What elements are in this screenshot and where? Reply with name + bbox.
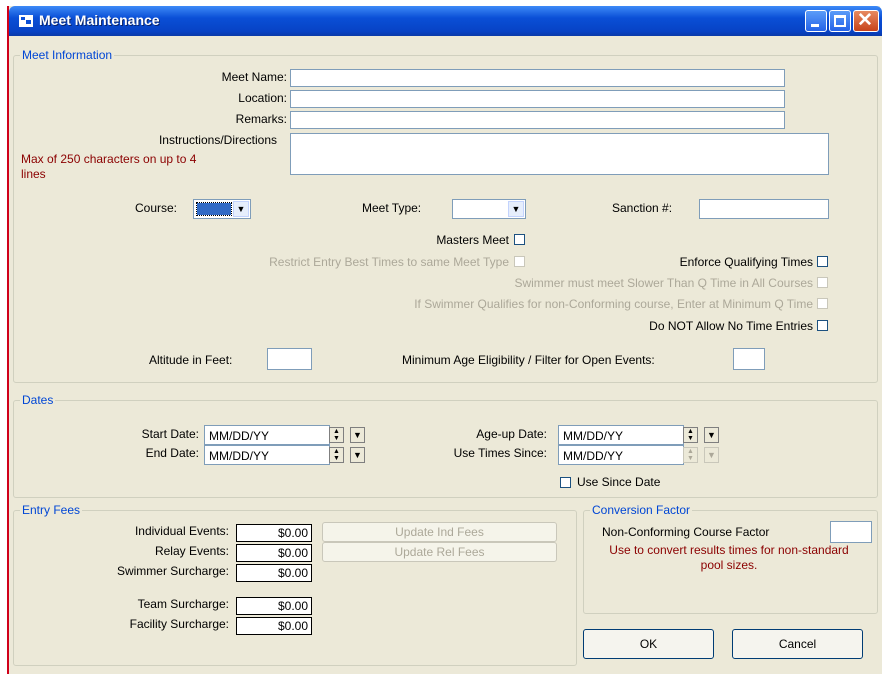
minimize-icon: [811, 24, 819, 27]
update-ind-fees-button[interactable]: Update Ind Fees: [322, 522, 557, 542]
location-label: Location:: [238, 91, 287, 105]
meet-name-label: Meet Name:: [221, 70, 287, 84]
sanction-input[interactable]: [699, 199, 829, 219]
use-times-since-dropdown[interactable]: ▼: [704, 447, 719, 463]
location-input[interactable]: [290, 90, 785, 108]
min-age-label: Minimum Age Eligibility / Filter for Ope…: [402, 353, 655, 367]
app-icon: [19, 15, 33, 27]
use-since-date-label: Use Since Date: [577, 475, 661, 489]
age-up-date-dropdown[interactable]: ▼: [704, 427, 719, 443]
remarks-input[interactable]: [290, 111, 785, 129]
end-date-label: End Date:: [145, 446, 199, 460]
age-up-date-label: Age-up Date:: [476, 427, 547, 441]
restrict-entry-checkbox[interactable]: [514, 256, 525, 267]
individual-events-label: Individual Events:: [134, 524, 229, 538]
chevron-down-icon: ▼: [511, 204, 521, 214]
use-times-since-label: Use Times Since:: [453, 446, 547, 460]
window-title: Meet Maintenance: [39, 12, 160, 28]
slower-than-checkbox[interactable]: [817, 277, 828, 288]
enforce-q-times-checkbox[interactable]: [817, 256, 828, 267]
end-date-dropdown[interactable]: ▼: [350, 447, 365, 463]
team-surcharge-label: Team Surcharge:: [137, 597, 229, 611]
end-date-spinner[interactable]: ▲ ▼: [329, 447, 344, 463]
instructions-label: Instructions/Directions: [158, 133, 277, 147]
no-time-checkbox[interactable]: [817, 320, 828, 331]
ok-button[interactable]: OK: [583, 629, 714, 659]
start-date-spinner[interactable]: ▲ ▼: [329, 427, 344, 443]
maximize-button[interactable]: [829, 10, 851, 32]
dates-legend: Dates: [20, 393, 56, 407]
title-bar[interactable]: Meet Maintenance ✕: [9, 6, 882, 36]
use-times-since-value: MM/DD/YY: [563, 449, 623, 463]
meet-type-select[interactable]: ▼: [452, 199, 526, 219]
altitude-label: Altitude in Feet:: [149, 353, 233, 367]
relay-events-label: Relay Events:: [154, 544, 229, 558]
age-up-date-spinner[interactable]: ▲ ▼: [683, 427, 698, 443]
minimize-button[interactable]: [805, 10, 827, 32]
conversion-note: Use to convert results times for non-sta…: [609, 543, 849, 572]
swimmer-surcharge-fee[interactable]: $0.00: [236, 564, 312, 582]
sanction-label: Sanction #:: [612, 201, 673, 215]
facility-surcharge-fee[interactable]: $0.00: [236, 617, 312, 635]
relay-events-fee[interactable]: $0.00: [236, 544, 312, 562]
enforce-q-times-label: Enforce Qualifying Times: [679, 255, 813, 269]
slower-than-label: Swimmer must meet Slower Than Q Time in …: [514, 276, 813, 290]
individual-events-fee[interactable]: $0.00: [236, 524, 312, 542]
altitude-input[interactable]: [267, 348, 312, 370]
course-dropdown-button[interactable]: ▼: [233, 201, 249, 217]
end-date-value: MM/DD/YY: [209, 449, 269, 463]
meet-maintenance-window: Meet Maintenance ✕ Meet Information Meet…: [7, 6, 882, 674]
course-select[interactable]: ▼: [193, 199, 251, 219]
non-conforming-factor-input[interactable]: [830, 521, 872, 543]
restrict-entry-label: Restrict Entry Best Times to same Meet T…: [269, 255, 509, 269]
chevron-down-icon: ▼: [353, 450, 362, 460]
age-up-date-value: MM/DD/YY: [563, 429, 623, 443]
non-conforming-checkbox[interactable]: [817, 298, 828, 309]
age-up-date-picker[interactable]: MM/DD/YY ▲ ▼ ▼: [558, 425, 719, 445]
start-date-dropdown[interactable]: ▼: [350, 427, 365, 443]
team-surcharge-fee[interactable]: $0.00: [236, 597, 312, 615]
use-since-date-checkbox[interactable]: [560, 477, 571, 488]
course-label: Course:: [135, 201, 178, 215]
meet-type-label: Meet Type:: [362, 201, 422, 215]
meet-name-input[interactable]: [290, 69, 785, 87]
chevron-down-icon: ▼: [236, 204, 246, 214]
close-icon: ✕: [857, 10, 873, 31]
use-times-since-spinner[interactable]: ▲ ▼: [683, 447, 698, 463]
cancel-button[interactable]: Cancel: [732, 629, 863, 659]
use-times-since-picker[interactable]: MM/DD/YY ▲ ▼ ▼: [558, 445, 719, 465]
remarks-label: Remarks:: [235, 112, 287, 126]
entry-fees-legend: Entry Fees: [20, 503, 83, 517]
course-selection: [196, 202, 232, 216]
facility-surcharge-label: Facility Surcharge:: [129, 617, 229, 631]
chevron-down-icon: ▼: [707, 430, 716, 440]
non-conforming-factor-label: Non-Conforming Course Factor: [602, 525, 770, 539]
meet-type-dropdown-button[interactable]: ▼: [508, 201, 524, 217]
start-date-value: MM/DD/YY: [209, 429, 269, 443]
swimmer-surcharge-label: Swimmer Surcharge:: [116, 564, 229, 578]
instructions-note: Max of 250 characters on up to 4 lines: [21, 152, 197, 181]
start-date-label: Start Date:: [141, 427, 199, 441]
end-date-picker[interactable]: MM/DD/YY ▲ ▼ ▼: [204, 445, 365, 465]
instructions-textarea[interactable]: [290, 133, 829, 175]
non-conforming-label: If Swimmer Qualifies for non-Conforming …: [414, 297, 813, 311]
maximize-icon: [834, 15, 846, 27]
masters-meet-label: Masters Meet: [436, 233, 509, 247]
update-rel-fees-button[interactable]: Update Rel Fees: [322, 542, 557, 562]
meet-information-legend: Meet Information: [20, 48, 115, 62]
chevron-down-icon: ▼: [353, 430, 362, 440]
masters-meet-checkbox[interactable]: [514, 234, 525, 245]
close-button[interactable]: ✕: [853, 10, 879, 32]
conversion-factor-legend: Conversion Factor: [590, 503, 693, 517]
start-date-picker[interactable]: MM/DD/YY ▲ ▼ ▼: [204, 425, 365, 445]
no-time-label: Do NOT Allow No Time Entries: [649, 319, 813, 333]
min-age-input[interactable]: [733, 348, 765, 370]
chevron-down-icon: ▼: [707, 450, 716, 460]
